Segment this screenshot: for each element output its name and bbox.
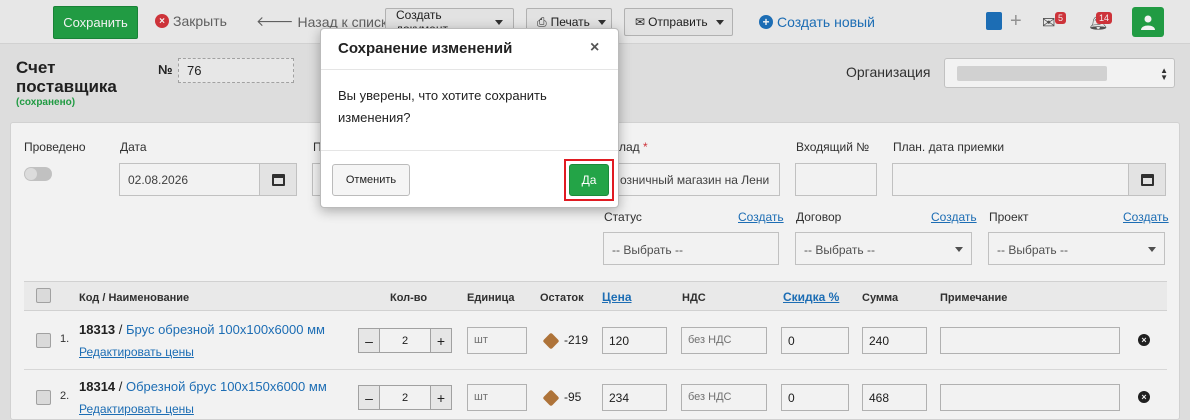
- dialog-divider: [321, 150, 618, 151]
- dialog-divider: [321, 69, 618, 70]
- dialog-title: Сохранение изменений: [338, 40, 513, 57]
- cancel-button[interactable]: Отменить: [332, 164, 410, 196]
- save-changes-dialog: Сохранение изменений × Вы уверены, что х…: [320, 28, 619, 208]
- confirm-yes-button[interactable]: Да: [569, 164, 609, 196]
- dialog-message: Вы уверены, что хотите сохранить изменен…: [338, 88, 547, 125]
- dialog-close-icon[interactable]: ×: [590, 39, 599, 57]
